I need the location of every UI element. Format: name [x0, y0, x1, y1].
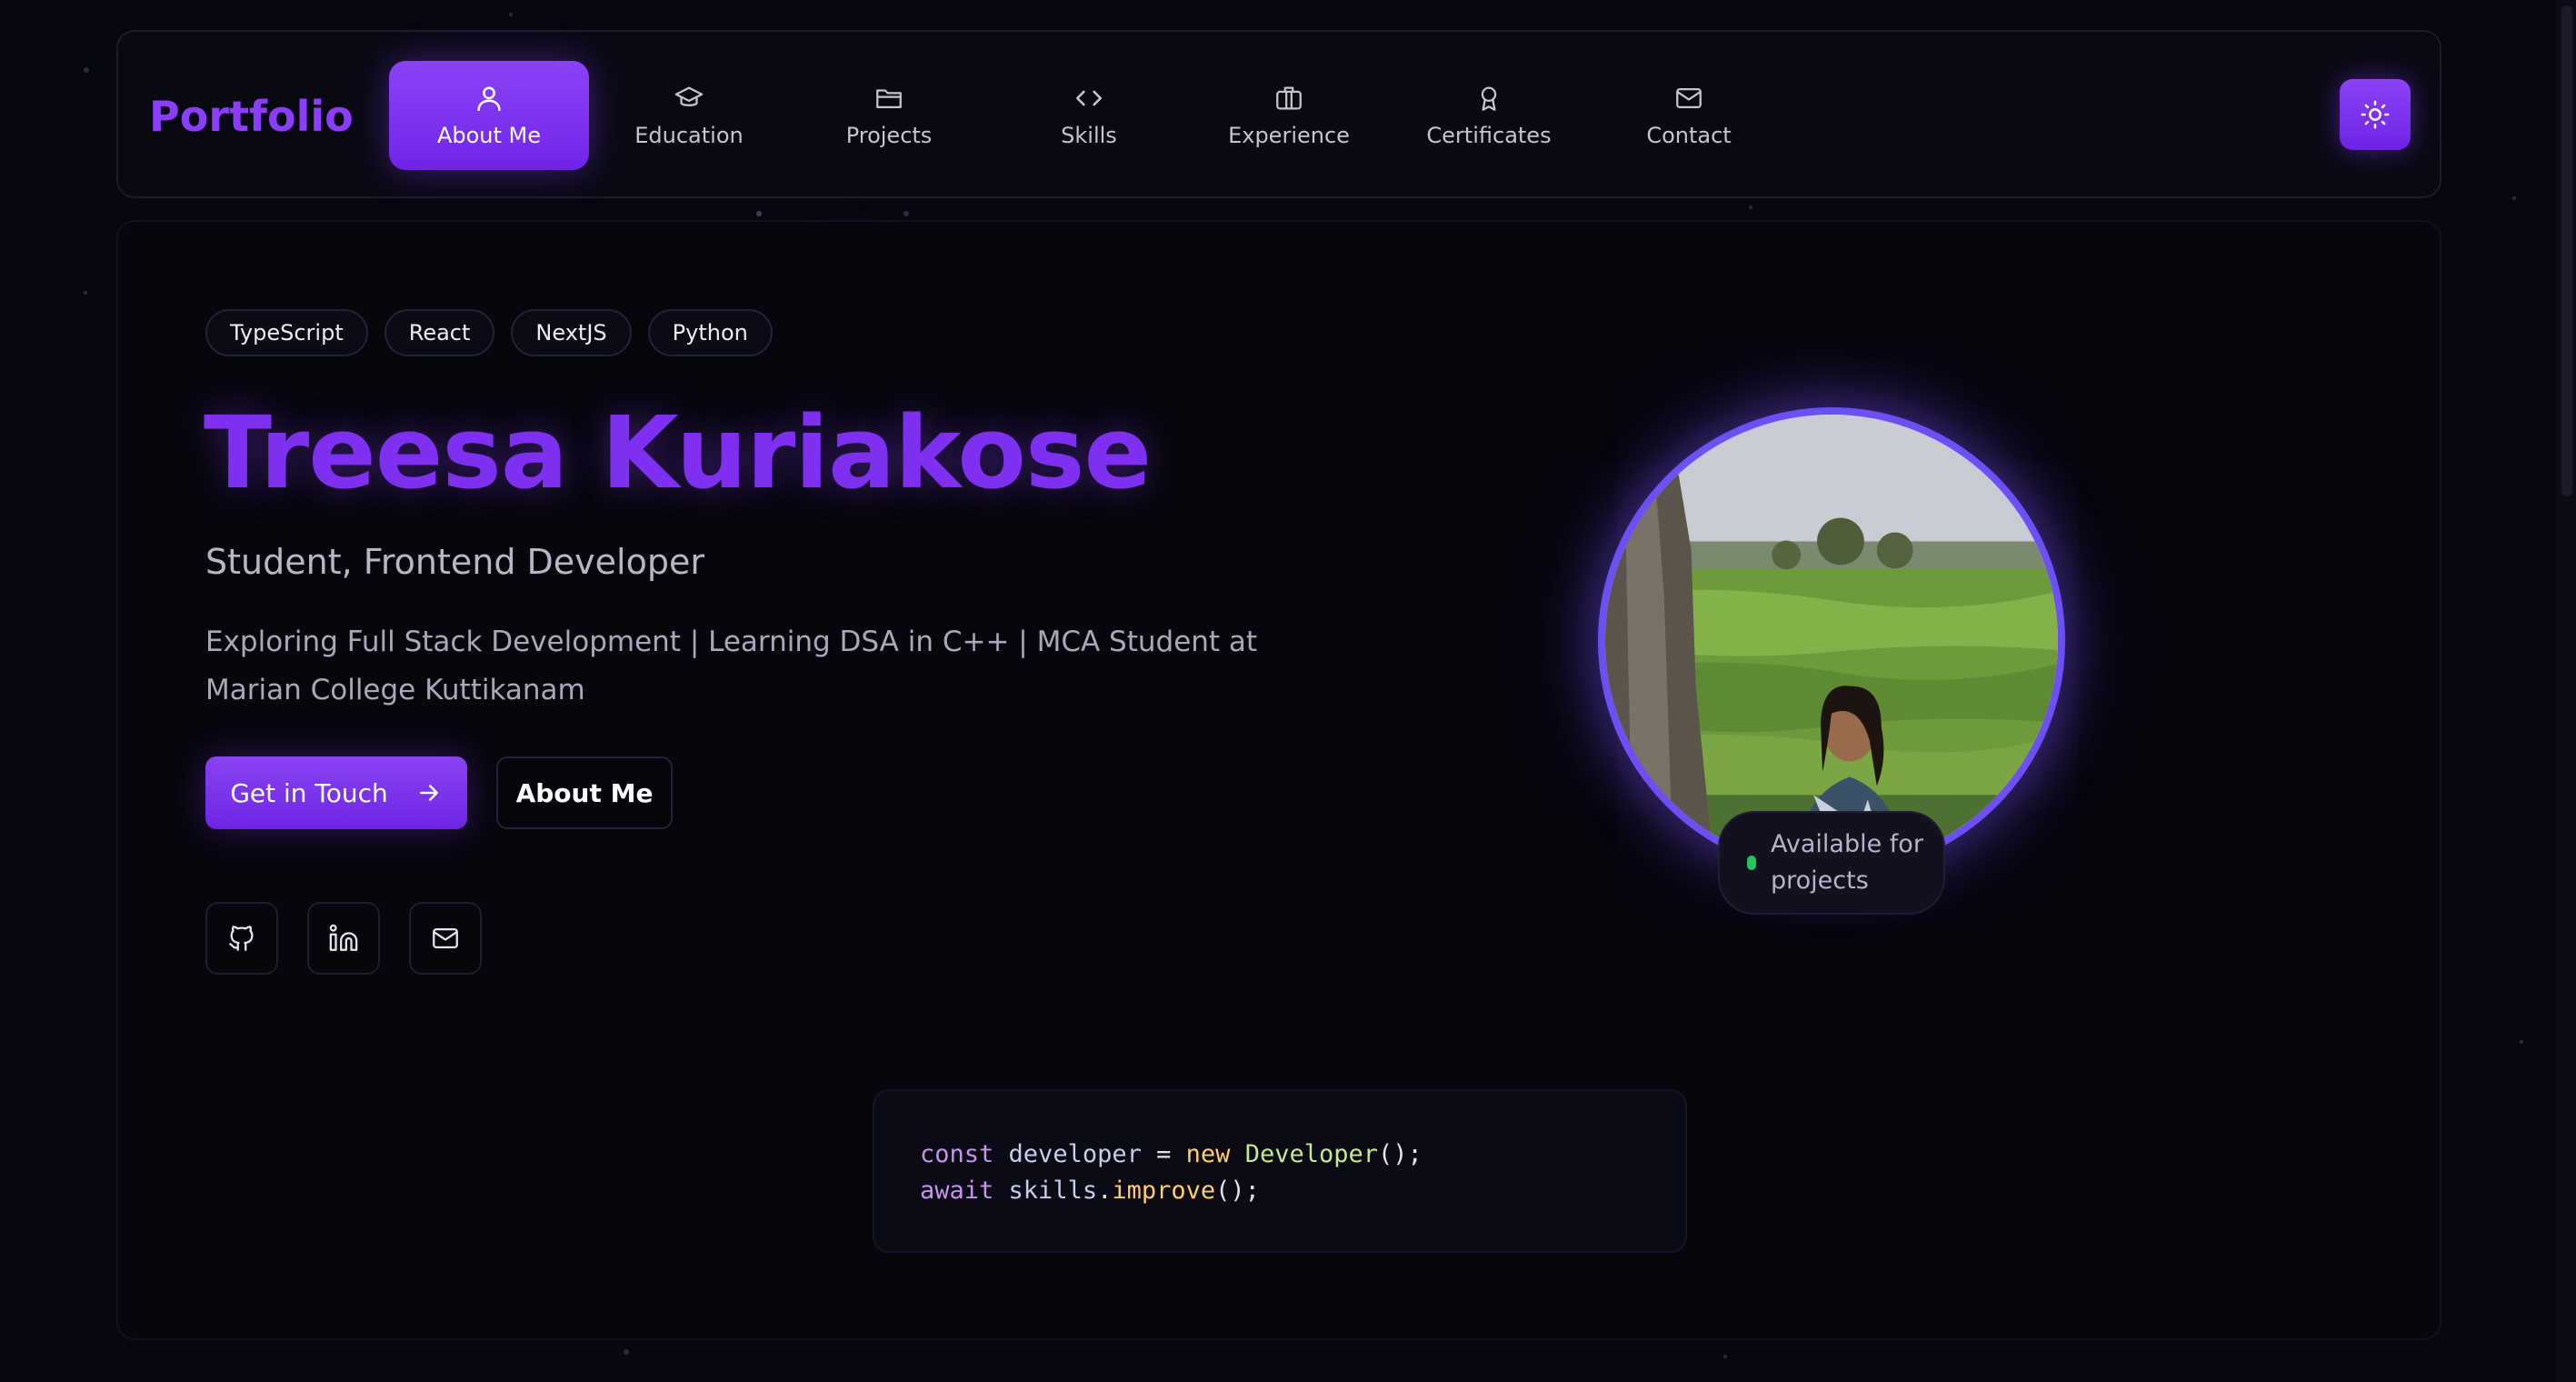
sun-icon [2361, 100, 2390, 129]
code-token: Developer [1244, 1140, 1378, 1168]
hero-name: Treesa Kuriakose [204, 395, 1152, 511]
nav-item-contact[interactable]: Contact [1589, 61, 1789, 170]
mail-icon [433, 927, 458, 949]
get-in-touch-button[interactable]: Get in Touch [205, 756, 467, 829]
code-icon [1075, 90, 1103, 106]
nav-item-skills[interactable]: Skills [989, 61, 1189, 170]
skill-tag: Python [647, 309, 773, 356]
theme-toggle-button[interactable] [2340, 79, 2411, 150]
github-link[interactable] [205, 902, 278, 975]
nav-label: Projects [845, 123, 933, 148]
email-link[interactable] [409, 902, 482, 975]
graduation-cap-icon [674, 86, 704, 106]
linkedin-link[interactable] [307, 902, 380, 975]
nav-item-projects[interactable]: Projects [789, 61, 989, 170]
status-dot [1747, 856, 1756, 870]
code-token: (); [1378, 1140, 1423, 1168]
code-token: const [920, 1140, 994, 1168]
hero-role: Student, Frontend Developer [205, 542, 704, 582]
nav-label: Certificates [1426, 123, 1552, 148]
folder-icon [876, 89, 902, 109]
profile-photo-image [1605, 415, 2058, 867]
briefcase-icon [1276, 86, 1302, 110]
mail-icon [1676, 87, 1702, 109]
user-icon [477, 86, 501, 112]
code-token: new [1185, 1140, 1231, 1168]
github-icon [229, 926, 254, 951]
code-token: (); [1215, 1177, 1260, 1205]
nav-label: Skills [1061, 123, 1117, 148]
button-label: Get in Touch [230, 777, 388, 808]
skill-tag: React [384, 309, 495, 356]
top-navbar: Portfolio About Me Education Projects Sk… [116, 30, 2441, 198]
availability-badge: Available for projects [1718, 811, 1945, 915]
nav-item-certificates[interactable]: Certificates [1389, 61, 1589, 170]
award-icon [1481, 86, 1497, 111]
code-token: improve [1112, 1177, 1216, 1205]
code-token: await [920, 1177, 994, 1205]
code-snippet: const developer = new Developer(); await… [873, 1089, 1687, 1253]
skill-tag: TypeScript [205, 309, 368, 356]
nav-label: About Me [436, 123, 542, 148]
code-token: = [1141, 1140, 1186, 1168]
code-line-2: await skills.improve(); [920, 1173, 1685, 1209]
nav-label: Experience [1228, 123, 1350, 148]
nav-item-experience[interactable]: Experience [1189, 61, 1389, 170]
profile-photo [1598, 407, 2065, 875]
nav-label: Contact [1646, 123, 1732, 148]
availability-text: Available for projects [1771, 830, 1923, 895]
nav-item-education[interactable]: Education [589, 61, 789, 170]
skill-tags: TypeScript React NextJS Python [205, 309, 773, 356]
about-me-button[interactable]: About Me [496, 756, 673, 829]
skill-tag: NextJS [511, 309, 632, 356]
code-token: developer [1008, 1140, 1142, 1168]
page-scrollbar[interactable] [2556, 0, 2576, 1382]
code-line-1: const developer = new Developer(); [920, 1137, 1685, 1173]
hero-section: TypeScript React NextJS Python Treesa Ku… [116, 220, 2441, 1340]
linkedin-icon [329, 924, 358, 951]
scrollbar-thumb[interactable] [2561, 5, 2572, 496]
hero-description: Exploring Full Stack Development | Learn… [205, 626, 1258, 706]
nav-item-about-me[interactable]: About Me [389, 61, 589, 170]
nav-label: Education [634, 123, 744, 148]
code-token: . [1097, 1177, 1113, 1205]
code-token: skills [1008, 1177, 1098, 1205]
portfolio-logo[interactable]: Portfolio [149, 92, 354, 141]
arrow-right-icon [419, 785, 438, 801]
